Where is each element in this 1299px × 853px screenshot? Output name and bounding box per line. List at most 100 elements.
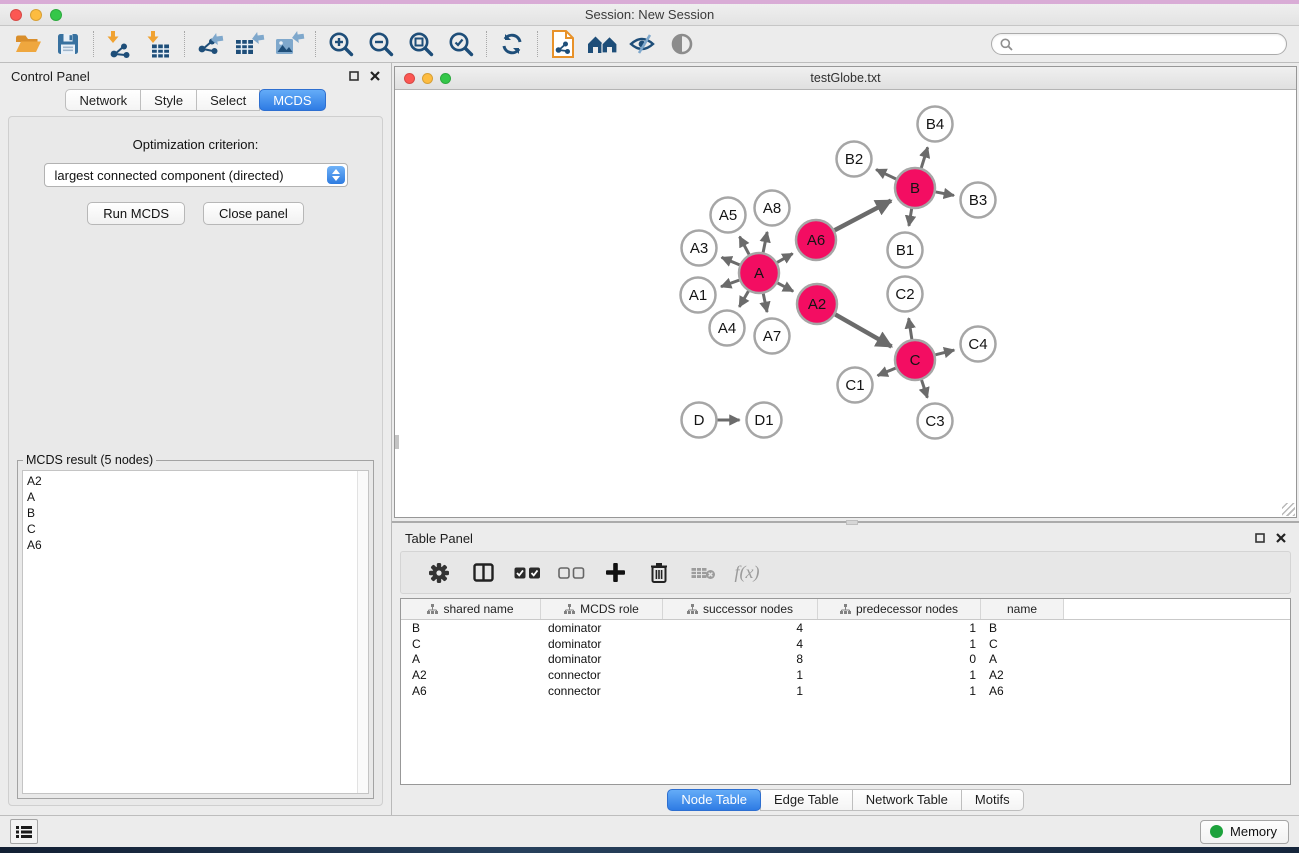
table-row[interactable]: B dominator 4 1 B [401,620,1290,636]
first-neighbors-button[interactable] [583,29,623,59]
graph-edge-A-A3[interactable] [722,257,740,265]
cell-mcds-role[interactable]: dominator [541,652,663,666]
cell-successor-nodes[interactable]: 1 [663,684,818,698]
cell-successor-nodes[interactable]: 1 [663,668,818,682]
table-row[interactable]: A dominator 8 0 A [401,652,1290,668]
tab-select[interactable]: Select [196,89,260,111]
graph-node-A7[interactable]: A7 [755,319,790,354]
network-window-titlebar[interactable]: testGlobe.txt [395,67,1296,90]
graph-node-A6[interactable]: A6 [796,220,836,260]
task-history-button[interactable] [10,819,38,844]
cell-predecessor-nodes[interactable]: 0 [818,652,981,666]
cell-mcds-role[interactable]: dominator [541,637,663,651]
list-item[interactable]: A6 [27,537,357,553]
zoom-selected-button[interactable] [441,29,481,59]
graph-edge-A-A2[interactable] [778,283,794,291]
graph-node-C1[interactable]: C1 [838,368,873,403]
tab-mcds[interactable]: MCDS [259,89,325,111]
canvas-vscroll-thumb[interactable] [395,435,399,449]
close-panel-icon[interactable] [1276,533,1286,543]
table-row[interactable]: A6 connector 1 1 A6 [401,683,1290,699]
cell-shared-name[interactable]: C [401,637,541,651]
graph-node-A8[interactable]: A8 [755,191,790,226]
refresh-button[interactable] [492,29,532,59]
graph-node-B1[interactable]: B1 [888,233,923,268]
mcds-result-list[interactable]: A2 A B C A6 [22,470,369,794]
graph-node-B4[interactable]: B4 [918,107,953,142]
cell-successor-nodes[interactable]: 4 [663,621,818,635]
graph-edge-A6-B[interactable] [835,201,892,231]
graph-edge-C-C2[interactable] [909,318,912,339]
copy-network-button[interactable] [543,29,583,59]
graph-node-A3[interactable]: A3 [682,231,717,266]
tab-style[interactable]: Style [140,89,197,111]
import-network-button[interactable] [99,29,139,59]
cell-shared-name[interactable]: A [401,652,541,666]
table-row[interactable]: A2 connector 1 1 A2 [401,667,1290,683]
open-session-button[interactable] [8,29,48,59]
column-header-successor-nodes[interactable]: successor nodes [663,599,818,619]
select-stepper-icon[interactable] [327,166,345,184]
export-table-button[interactable] [230,29,270,59]
cell-shared-name[interactable]: B [401,621,541,635]
cell-predecessor-nodes[interactable]: 1 [818,684,981,698]
float-panel-icon[interactable] [349,71,359,81]
close-window-button[interactable] [10,9,22,21]
cell-shared-name[interactable]: A2 [401,668,541,682]
graph-node-A2[interactable]: A2 [797,284,837,324]
column-header-name[interactable]: name [981,599,1064,619]
cell-successor-nodes[interactable]: 8 [663,652,818,666]
graph-edge-A2-C[interactable] [835,314,891,346]
graph-edge-A-A8[interactable] [763,232,767,252]
cell-name[interactable]: C [981,637,1064,651]
list-item[interactable]: B [27,505,357,521]
cell-name[interactable]: B [981,621,1064,635]
save-session-button[interactable] [48,29,88,59]
graph-edge-C-C1[interactable] [878,368,896,376]
divider-grip-icon[interactable] [846,520,858,525]
graph-node-C4[interactable]: C4 [961,327,996,362]
pane-divider[interactable] [392,518,1299,526]
list-item[interactable]: A2 [27,473,357,489]
run-mcds-button[interactable]: Run MCDS [87,202,185,225]
cell-predecessor-nodes[interactable]: 1 [818,637,981,651]
graph-edge-A-A1[interactable] [721,280,739,287]
column-header-mcds-role[interactable]: MCDS role [541,599,663,619]
graph-edge-C-C3[interactable] [922,380,928,398]
zoom-fit-button[interactable] [401,29,441,59]
graph-node-D1[interactable]: D1 [747,403,782,438]
graph-node-B2[interactable]: B2 [837,142,872,177]
graph-node-A5[interactable]: A5 [711,198,746,233]
export-network-button[interactable] [190,29,230,59]
deselect-all-columns-button[interactable] [549,567,593,579]
cell-shared-name[interactable]: A6 [401,684,541,698]
minimize-window-button[interactable] [30,9,42,21]
cell-predecessor-nodes[interactable]: 1 [818,621,981,635]
close-panel-button[interactable]: Close panel [203,202,304,225]
import-table-button[interactable] [139,29,179,59]
cell-name[interactable]: A6 [981,684,1064,698]
graph-edge-B-B2[interactable] [876,170,896,179]
graph-node-B[interactable]: B [895,168,935,208]
result-scrollbar[interactable] [357,471,368,793]
zoom-in-button[interactable] [321,29,361,59]
memory-button[interactable]: Memory [1200,820,1289,844]
zoom-network-button[interactable] [440,73,451,84]
graph-node-A1[interactable]: A1 [681,278,716,313]
zoom-out-button[interactable] [361,29,401,59]
search-input[interactable] [1019,37,1278,51]
cell-mcds-role[interactable]: connector [541,668,663,682]
function-builder-button[interactable]: f(x) [725,562,769,583]
column-header-shared-name[interactable]: shared name [401,599,541,619]
cell-name[interactable]: A [981,652,1064,666]
tab-network[interactable]: Network [65,89,141,111]
graph-edge-B-B1[interactable] [909,209,912,226]
cell-predecessor-nodes[interactable]: 1 [818,668,981,682]
table-row[interactable]: C dominator 4 1 C [401,636,1290,652]
graph-node-A4[interactable]: A4 [710,311,745,346]
graph-edge-B-B4[interactable] [921,147,927,168]
minimize-network-button[interactable] [422,73,433,84]
graph-edge-A-A5[interactable] [740,237,750,255]
close-panel-icon[interactable] [370,71,380,81]
list-item[interactable]: A [27,489,357,505]
